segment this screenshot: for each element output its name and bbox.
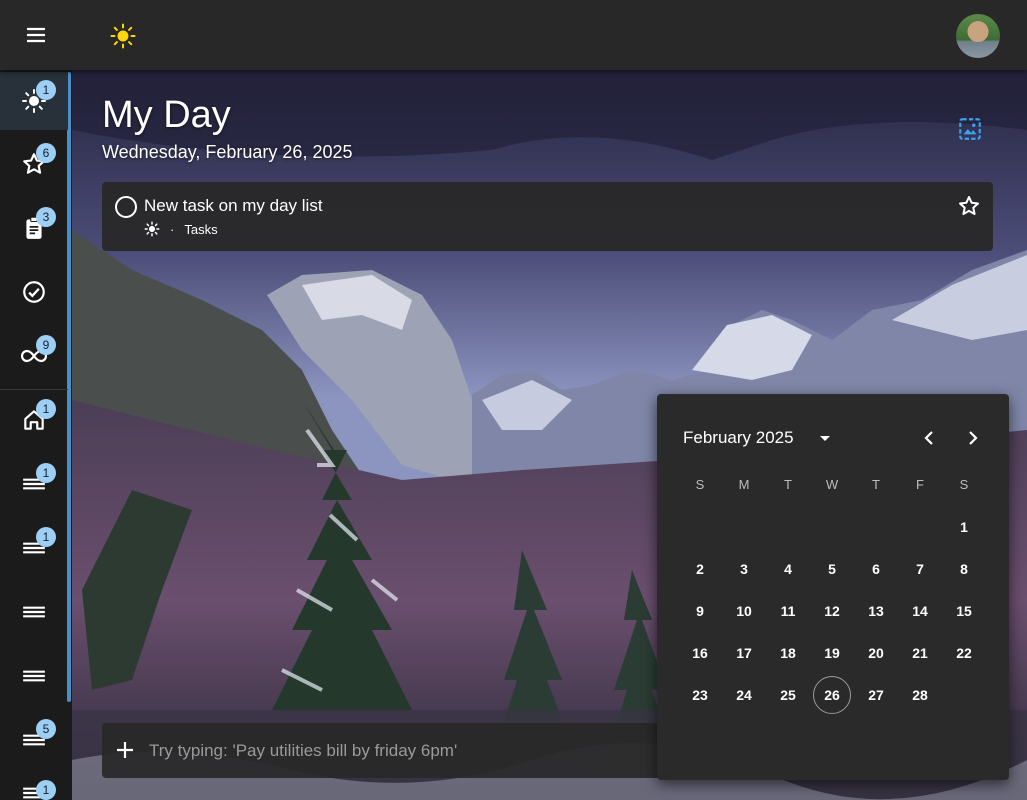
chevron-left-icon[interactable] (919, 428, 939, 448)
calendar-day[interactable]: 3 (722, 548, 766, 590)
calendar-empty-cell (722, 506, 766, 548)
sidebar-item-my-day[interactable]: 1 (0, 72, 68, 130)
calendar-empty-cell (942, 674, 986, 716)
image-icon[interactable] (957, 116, 983, 142)
badge: 9 (36, 335, 56, 355)
weekday-label: S (695, 477, 705, 492)
sidebar-item-list[interactable]: 1 (0, 455, 68, 513)
date-picker: February 2025 S M T W T F S 1 2 3 4 5 6 … (657, 394, 1009, 780)
calendar-empty-cell (678, 506, 722, 548)
calendar-empty-cell (854, 506, 898, 548)
calendar-day[interactable]: 4 (766, 548, 810, 590)
calendar-day[interactable]: 18 (766, 632, 810, 674)
calendar-day[interactable]: 2 (678, 548, 722, 590)
sidebar-item-important[interactable]: 6 (0, 135, 68, 193)
calendar-weekday-header: S M T W T F S (678, 464, 986, 506)
calendar-week: 23 24 25 26 27 28 (678, 674, 986, 716)
calendar-day[interactable]: 16 (678, 632, 722, 674)
calendar-grid: S M T W T F S 1 2 3 4 5 6 7 8 9 10 11 12… (678, 464, 986, 716)
calendar-day[interactable]: 28 (898, 674, 942, 716)
sidebar-item-list[interactable] (0, 583, 68, 641)
calendar-day[interactable]: 27 (854, 674, 898, 716)
sidebar-item-list[interactable]: 5 (0, 711, 68, 769)
sidebar-item-list[interactable]: 1 (0, 772, 68, 800)
calendar-week: 1 (678, 506, 986, 548)
star-icon[interactable] (957, 194, 981, 218)
calendar-day[interactable]: 15 (942, 590, 986, 632)
calendar-day[interactable]: 20 (854, 632, 898, 674)
add-task-bar (102, 723, 662, 778)
weekday-label: F (916, 477, 924, 492)
weekday-label: S (959, 477, 969, 492)
calendar-day[interactable]: 1 (942, 506, 986, 548)
list-icon (23, 670, 45, 682)
calendar-day[interactable]: 22 (942, 632, 986, 674)
calendar-day[interactable]: 23 (678, 674, 722, 716)
task-meta: · Tasks (144, 221, 218, 237)
task-complete-checkbox[interactable] (115, 196, 137, 218)
calendar-day[interactable]: 13 (854, 590, 898, 632)
calendar-day[interactable]: 8 (942, 548, 986, 590)
calendar-empty-cell (898, 506, 942, 548)
sidebar-item-all[interactable]: 9 (0, 327, 68, 385)
sidebar-item-list[interactable] (0, 647, 68, 705)
sidebar-item-completed[interactable] (0, 263, 68, 321)
sun-icon (144, 221, 160, 237)
calendar-empty-cell (810, 506, 854, 548)
weekday-label: M (738, 477, 750, 492)
calendar-week: 2 3 4 5 6 7 8 (678, 548, 986, 590)
task-title[interactable]: New task on my day list (144, 196, 323, 216)
calendar-day[interactable]: 25 (766, 674, 810, 716)
page-date: Wednesday, February 26, 2025 (102, 142, 353, 162)
calendar-day[interactable]: 6 (854, 548, 898, 590)
list-icon (23, 606, 45, 618)
sidebar-item-planned[interactable]: 3 (0, 199, 68, 257)
calendar-day[interactable]: 11 (766, 590, 810, 632)
top-bar (0, 0, 1027, 70)
sidebar-item-list[interactable]: 1 (0, 519, 68, 577)
calendar-day[interactable]: 14 (898, 590, 942, 632)
user-avatar[interactable] (956, 14, 1000, 58)
plus-icon[interactable] (114, 739, 136, 761)
badge: 1 (36, 780, 56, 800)
calendar-day[interactable]: 21 (898, 632, 942, 674)
calendar-day[interactable]: 24 (722, 674, 766, 716)
calendar-day[interactable]: 19 (810, 632, 854, 674)
calendar-day[interactable]: 12 (810, 590, 854, 632)
sidebar-divider (0, 389, 68, 390)
menu-icon[interactable] (24, 23, 48, 47)
task-list-name: Tasks (184, 221, 218, 237)
meta-separator: · (170, 221, 175, 237)
badge: 3 (36, 207, 56, 227)
calendar-day[interactable]: 5 (810, 548, 854, 590)
calendar-day[interactable]: 17 (722, 632, 766, 674)
badge: 1 (36, 527, 56, 547)
badge: 1 (36, 399, 56, 419)
weekday-label: T (784, 477, 792, 492)
calendar-day[interactable]: 10 (722, 590, 766, 632)
task-card[interactable]: New task on my day list · Tasks (102, 182, 993, 251)
weekday-label: T (872, 477, 880, 492)
badge: 1 (36, 80, 56, 100)
chevron-down-icon[interactable] (817, 430, 833, 446)
add-task-input[interactable] (147, 733, 651, 769)
calendar-empty-cell (766, 506, 810, 548)
sun-icon[interactable] (110, 23, 136, 49)
calendar-week: 9 10 11 12 13 14 15 (678, 590, 986, 632)
weekday-label: W (825, 477, 839, 492)
calendar-day-today[interactable]: 26 (810, 674, 854, 716)
calendar-day[interactable]: 7 (898, 548, 942, 590)
calendar-week: 16 17 18 19 20 21 22 (678, 632, 986, 674)
calendar-month-label[interactable]: February 2025 (683, 428, 794, 448)
page-title: My Day (102, 94, 231, 136)
badge: 1 (36, 463, 56, 483)
sidebar-item-home[interactable]: 1 (0, 391, 68, 449)
chevron-right-icon[interactable] (963, 428, 983, 448)
check-circle-icon (23, 281, 45, 303)
badge: 5 (36, 719, 56, 739)
calendar-day[interactable]: 9 (678, 590, 722, 632)
badge: 6 (36, 143, 56, 163)
